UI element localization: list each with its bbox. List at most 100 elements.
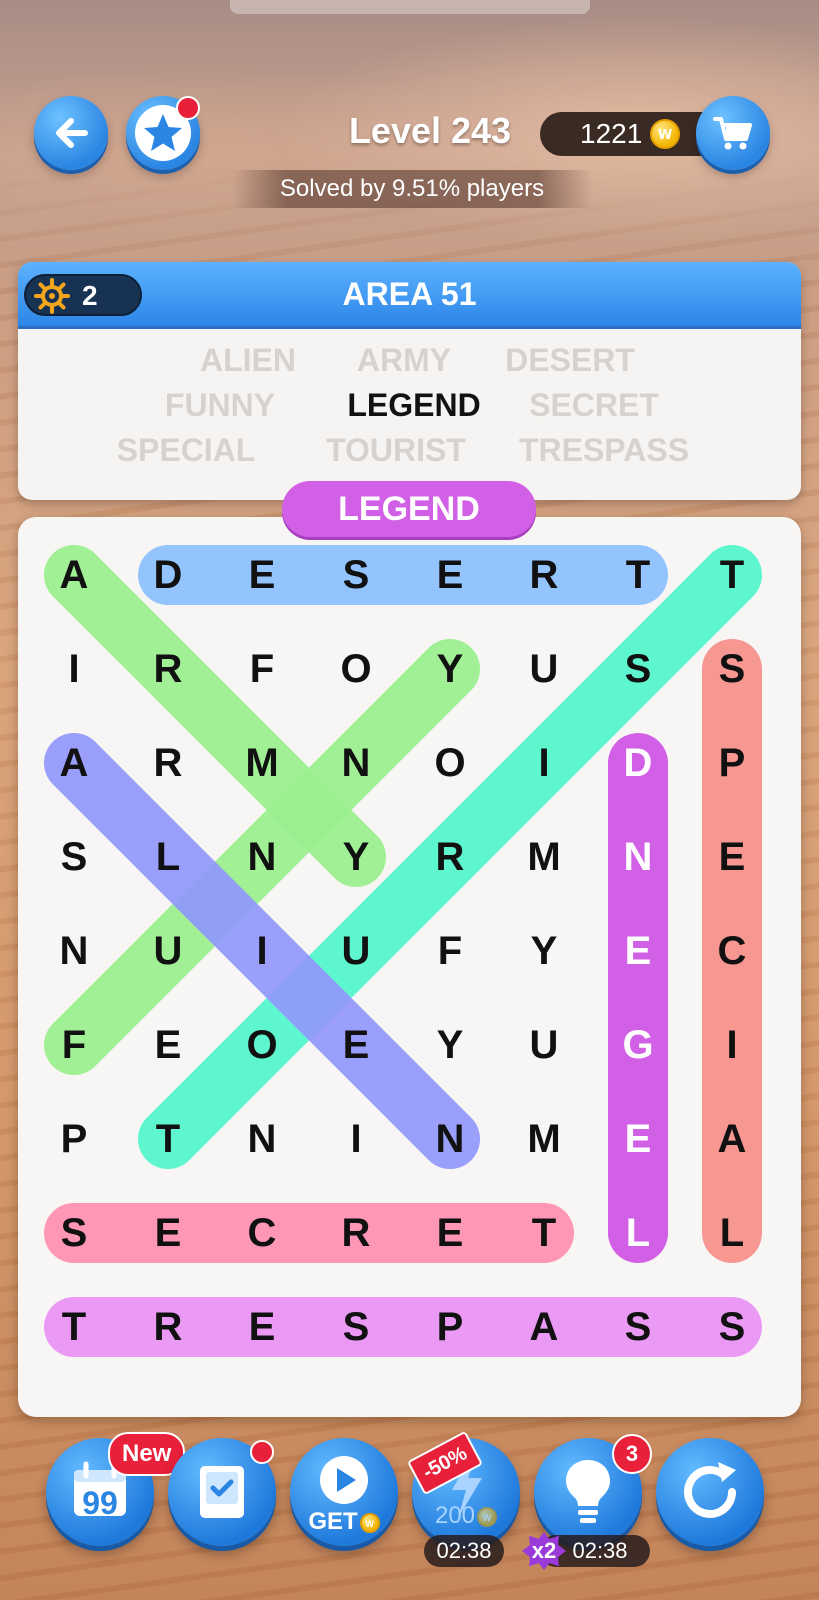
solved-stat: Solved by 9.51% players xyxy=(232,170,592,208)
get-text: GET xyxy=(308,1508,358,1535)
letter-cell[interactable]: O xyxy=(410,733,490,793)
letter-cell[interactable]: E xyxy=(222,545,302,605)
letter-cell[interactable]: G xyxy=(598,1015,678,1075)
letter-cell[interactable]: F xyxy=(34,1015,114,1075)
shop-button[interactable] xyxy=(696,96,770,170)
letter-cell[interactable]: T xyxy=(128,1109,208,1169)
letter-cell[interactable]: I xyxy=(34,639,114,699)
boost-timer: 02:38 xyxy=(424,1535,504,1567)
letter-cell[interactable]: U xyxy=(316,921,396,981)
letter-cell[interactable]: S xyxy=(692,1297,772,1357)
boost-price-text: 200 xyxy=(434,1502,476,1529)
letter-cell[interactable]: I xyxy=(316,1109,396,1169)
letter-cell[interactable]: R xyxy=(128,733,208,793)
coin-icon: W xyxy=(650,119,680,149)
word-list-card: AREA 51 2 ALIEN ARMY DESERT FUNNY LEGEND… xyxy=(18,262,801,500)
letter-cell[interactable]: A xyxy=(34,733,114,793)
letter-cell[interactable]: C xyxy=(692,921,772,981)
word-tourist: TOURIST xyxy=(326,432,466,468)
restart-button[interactable] xyxy=(656,1438,764,1546)
letter-cell[interactable]: S xyxy=(34,1203,114,1263)
gear-counter: 2 xyxy=(24,274,142,316)
letter-cell[interactable]: N xyxy=(316,733,396,793)
letter-cell[interactable]: M xyxy=(222,733,302,793)
letter-cell[interactable]: N xyxy=(598,827,678,887)
letter-cell[interactable]: P xyxy=(34,1109,114,1169)
watch-video-button[interactable]: GET W xyxy=(290,1438,398,1546)
word-desert: DESERT xyxy=(505,342,635,378)
letter-cell[interactable]: F xyxy=(410,921,490,981)
letter-cell[interactable]: E xyxy=(222,1297,302,1357)
letter-cell[interactable]: L xyxy=(598,1203,678,1263)
letter-cell[interactable]: C xyxy=(222,1203,302,1263)
letter-cell[interactable]: T xyxy=(34,1297,114,1357)
letter-cell[interactable]: I xyxy=(504,733,584,793)
letter-cell[interactable]: E xyxy=(128,1203,208,1263)
letter-cell[interactable]: T xyxy=(598,545,678,605)
letter-cell[interactable]: U xyxy=(504,639,584,699)
letter-cell[interactable]: A xyxy=(692,1109,772,1169)
letter-cell[interactable]: E xyxy=(128,1015,208,1075)
coin-icon: W xyxy=(477,1506,498,1527)
letter-cell[interactable]: E xyxy=(316,1015,396,1075)
letter-cell[interactable]: S xyxy=(34,827,114,887)
letter-cell[interactable]: I xyxy=(692,1015,772,1075)
letter-cell[interactable]: D xyxy=(598,733,678,793)
letter-cell[interactable]: R xyxy=(504,545,584,605)
letter-cell[interactable]: N xyxy=(222,827,302,887)
letter-cell[interactable]: U xyxy=(128,921,208,981)
back-button[interactable] xyxy=(34,96,108,170)
word-special: SPECIAL xyxy=(116,432,256,468)
letter-cell[interactable]: R xyxy=(410,827,490,887)
letter-cell[interactable]: L xyxy=(128,827,208,887)
letter-cell[interactable]: N xyxy=(410,1109,490,1169)
gear-icon xyxy=(34,278,70,314)
back-arrow-icon xyxy=(56,118,88,148)
letter-cell[interactable]: Y xyxy=(316,827,396,887)
letter-cell[interactable]: M xyxy=(504,827,584,887)
top-strip xyxy=(230,0,590,14)
star-icon xyxy=(144,114,182,151)
letter-cell[interactable]: P xyxy=(410,1297,490,1357)
letter-cell[interactable]: S xyxy=(598,1297,678,1357)
boost-price: 200 W xyxy=(426,1502,506,1530)
letter-cell[interactable]: S xyxy=(598,639,678,699)
letter-cell[interactable]: O xyxy=(222,1015,302,1075)
letter-cell[interactable]: S xyxy=(316,545,396,605)
letter-cell[interactable]: R xyxy=(128,1297,208,1357)
word-legend: LEGEND xyxy=(347,387,481,423)
letter-cell[interactable]: T xyxy=(504,1203,584,1263)
letter-cell[interactable]: S xyxy=(692,639,772,699)
letter-cell[interactable]: E xyxy=(410,1203,490,1263)
current-word-pill: LEGEND xyxy=(282,481,536,537)
letter-cell[interactable]: F xyxy=(222,639,302,699)
letter-cell[interactable]: D xyxy=(128,545,208,605)
letter-cell[interactable]: N xyxy=(222,1109,302,1169)
letter-cell[interactable]: Y xyxy=(410,1015,490,1075)
refresh-icon xyxy=(684,1462,736,1518)
letter-cell[interactable]: P xyxy=(692,733,772,793)
coin-count: 1221 xyxy=(580,118,643,149)
letter-cell[interactable]: T xyxy=(692,545,772,605)
letter-cell[interactable]: O xyxy=(316,639,396,699)
svg-text:99: 99 xyxy=(82,1485,118,1521)
letter-cell[interactable]: I xyxy=(222,921,302,981)
letter-cell[interactable]: A xyxy=(34,545,114,605)
letter-cell[interactable]: E xyxy=(692,827,772,887)
word-secret: SECRET xyxy=(529,387,659,423)
letter-grid-board[interactable]: ADESERTTIRFOYUSSARMNOIDPSLNYRMNENUIUFYEC… xyxy=(18,517,801,1417)
letter-cell[interactable]: R xyxy=(316,1203,396,1263)
letter-cell[interactable]: Y xyxy=(504,921,584,981)
letter-cell[interactable]: Y xyxy=(410,639,490,699)
letter-cell[interactable]: M xyxy=(504,1109,584,1169)
letter-cell[interactable]: L xyxy=(692,1203,772,1263)
letter-cell[interactable]: R xyxy=(128,639,208,699)
letter-cell[interactable]: E xyxy=(410,545,490,605)
letter-cell[interactable]: E xyxy=(598,921,678,981)
letter-cell[interactable]: U xyxy=(504,1015,584,1075)
letter-cell[interactable]: S xyxy=(316,1297,396,1357)
card-header: AREA 51 2 xyxy=(18,262,801,326)
letter-cell[interactable]: N xyxy=(34,921,114,981)
letter-cell[interactable]: E xyxy=(598,1109,678,1169)
letter-cell[interactable]: A xyxy=(504,1297,584,1357)
